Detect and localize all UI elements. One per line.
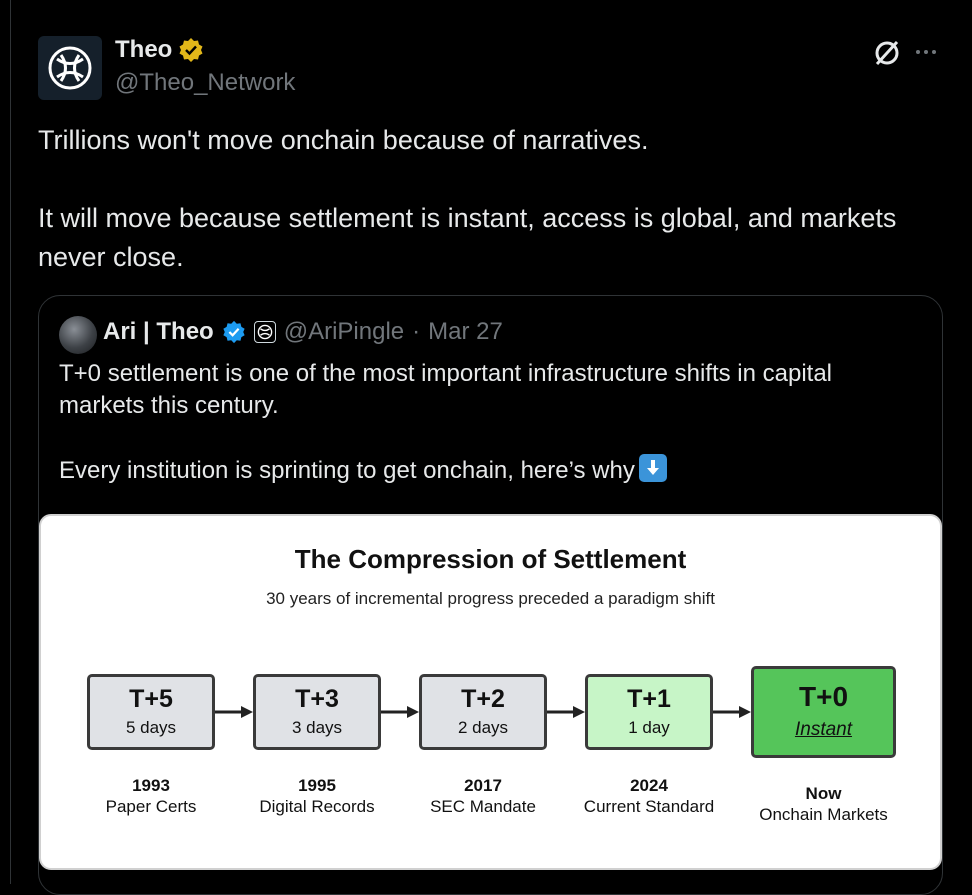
quote-author-name[interactable]: Ari | Theo: [103, 318, 214, 346]
stage-year: 2024: [630, 776, 668, 795]
stage-label: Digital Records: [259, 797, 375, 816]
quote-text-block: T+0 settlement is one of the most import…: [59, 358, 919, 487]
quote-date[interactable]: Mar 27: [428, 318, 503, 346]
infographic-title: The Compression of Settlement: [294, 544, 687, 574]
infographic-subtitle: 30 years of incremental progress precede…: [266, 589, 715, 608]
stage-year: 1995: [298, 776, 336, 795]
stage-label: Current Standard: [583, 797, 715, 816]
quote-author-avatar[interactable]: [59, 316, 97, 354]
stage-year: 2017: [464, 776, 502, 795]
stage-year: 1993: [132, 776, 170, 795]
affiliate-icon[interactable]: [253, 321, 276, 343]
stage-box-tplus3: T+3 3 days: [253, 674, 381, 750]
stage-year: Now: [805, 784, 842, 803]
stage-code: T+3: [295, 685, 339, 713]
author-name-row[interactable]: Theo: [115, 36, 204, 64]
stage-duration: 5 days: [125, 718, 177, 737]
author-handle[interactable]: @Theo_Network: [115, 69, 295, 97]
stage-label: Paper Certs: [105, 797, 197, 816]
quote-header: Ari | Theo @AriPingle · Mar 27: [103, 318, 503, 346]
stage-code: T+2: [461, 685, 505, 713]
stage-duration: 2 days: [457, 718, 509, 737]
post-text: Trillions won't move onchain because of …: [38, 125, 897, 272]
flow-arrow-icon: [547, 706, 585, 718]
stage-label: SEC Mandate: [430, 797, 536, 816]
verified-blue-icon: [223, 320, 245, 344]
author-avatar[interactable]: [38, 36, 102, 100]
stage-duration: 3 days: [291, 718, 343, 737]
header-separator: ·: [412, 318, 421, 345]
down-arrow-emoji: [638, 454, 667, 482]
stage-code: T+5: [129, 685, 173, 713]
verified-gold-icon: [179, 38, 203, 62]
stage-box-tplus1: T+1 1 day: [585, 674, 713, 750]
infographic-image[interactable]: The Compression of Settlement 30 years o…: [39, 514, 942, 870]
flow-arrow-icon: [215, 706, 253, 718]
quote-text: T+0 settlement is one of the most import…: [59, 360, 833, 484]
flow-arrow-icon: [381, 706, 419, 718]
stage-box-tplus2: T+2 2 days: [419, 674, 547, 750]
stage-box-tplus0: T+0 Instant: [751, 666, 896, 758]
theo-logo-icon: [48, 46, 92, 90]
timeline-divider: [10, 0, 11, 884]
grok-icon[interactable]: [872, 38, 902, 68]
stage-box-tplus5: T+5 5 days: [87, 674, 215, 750]
author-name[interactable]: Theo: [115, 36, 172, 64]
stage-code: T+1: [627, 685, 671, 713]
quoted-post[interactable]: Ari | Theo @AriPingle · Mar 27 T+0 settl…: [38, 295, 943, 895]
flow-arrow-icon: [713, 706, 751, 718]
stage-duration: 1 day: [628, 718, 670, 737]
stage-duration: Instant: [794, 719, 853, 740]
stage-code: T+0: [798, 681, 849, 712]
stage-label: Onchain Markets: [759, 805, 888, 824]
quote-author-handle[interactable]: @AriPingle: [284, 318, 404, 346]
more-icon[interactable]: [916, 50, 936, 54]
